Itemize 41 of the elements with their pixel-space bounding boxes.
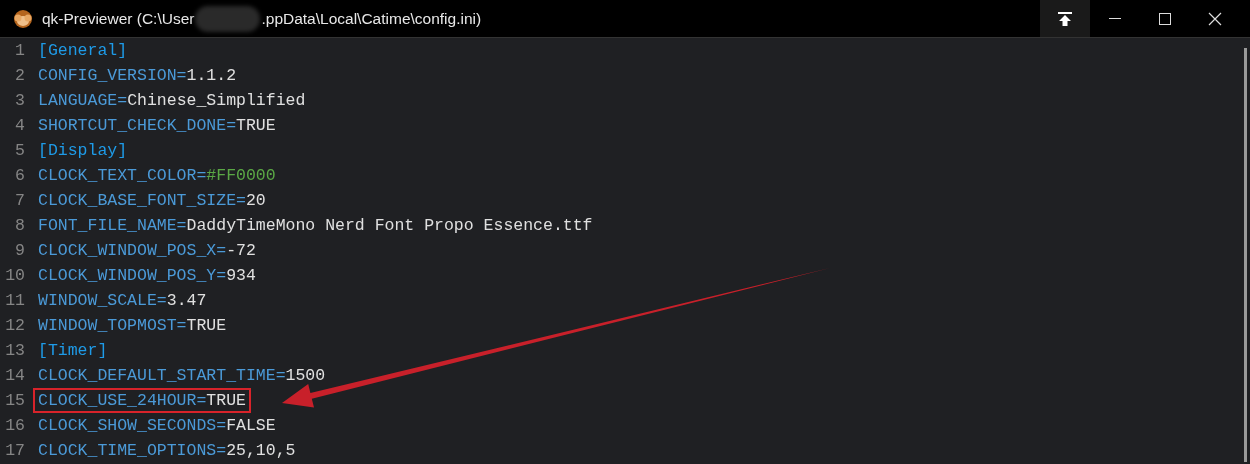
- code-line: CLOCK_TIME_OPTIONS=25,10,5: [37, 440, 297, 462]
- code-line: SHORTCUT_CHECK_DONE=TRUE: [37, 115, 277, 137]
- code-line: LANGUAGE=Chinese_Simplified: [37, 90, 307, 112]
- code-line: [General]: [37, 40, 129, 62]
- scrollbar[interactable]: [1244, 48, 1247, 462]
- code-line: [Timer]: [37, 340, 109, 362]
- code-line: CLOCK_BASE_FONT_SIZE=20: [37, 190, 267, 212]
- line-number: 8: [14, 216, 25, 235]
- code-line: [Display]: [37, 140, 129, 162]
- code-line: FONT_FILE_NAME=DaddyTimeMono Nerd Font Propo Essence.ttf: [37, 215, 594, 237]
- line-number: 6: [14, 166, 25, 185]
- line-number: 9: [14, 241, 25, 260]
- pin-icon: [1057, 10, 1073, 27]
- line-number: 17: [4, 441, 25, 460]
- code-line: CLOCK_DEFAULT_START_TIME=1500: [37, 365, 327, 387]
- line-number: 13: [4, 341, 25, 360]
- line-number: 10: [4, 266, 25, 285]
- pin-button[interactable]: [1040, 0, 1090, 37]
- line-number: 14: [4, 366, 25, 385]
- line-number: 15: [4, 391, 25, 410]
- line-number: 2: [14, 66, 25, 85]
- maximize-icon: [1158, 11, 1172, 26]
- line-number: 16: [4, 416, 25, 435]
- line-number: 11: [4, 291, 25, 310]
- line-number: 3: [14, 91, 25, 110]
- line-number: 4: [14, 116, 25, 135]
- line-number: 5: [14, 141, 25, 160]
- code-line: CLOCK_WINDOW_POS_X=-72: [37, 240, 257, 262]
- monkey-icon: [12, 7, 34, 30]
- line-number: 12: [4, 316, 25, 335]
- window-title: qk-Previewer (C:\User .ppData\Local\Catime\config.ini): [42, 5, 482, 32]
- line-number: 7: [14, 191, 25, 210]
- code-line: CLOCK_TEXT_COLOR=#FF0000: [37, 165, 277, 187]
- close-icon: [1208, 11, 1222, 26]
- minimize-icon: [1109, 18, 1121, 19]
- code-line: WINDOW_TOPMOST=TRUE: [37, 315, 228, 337]
- code-line: WINDOW_SCALE=3.47: [37, 290, 208, 312]
- code-line: CLOCK_WINDOW_POS_Y=934: [37, 265, 257, 287]
- line-number: 1: [14, 41, 25, 60]
- code-line: CONFIG_VERSION=1.1.2: [37, 65, 238, 87]
- code-line: CLOCK_SHOW_SECONDS=FALSE: [37, 415, 277, 437]
